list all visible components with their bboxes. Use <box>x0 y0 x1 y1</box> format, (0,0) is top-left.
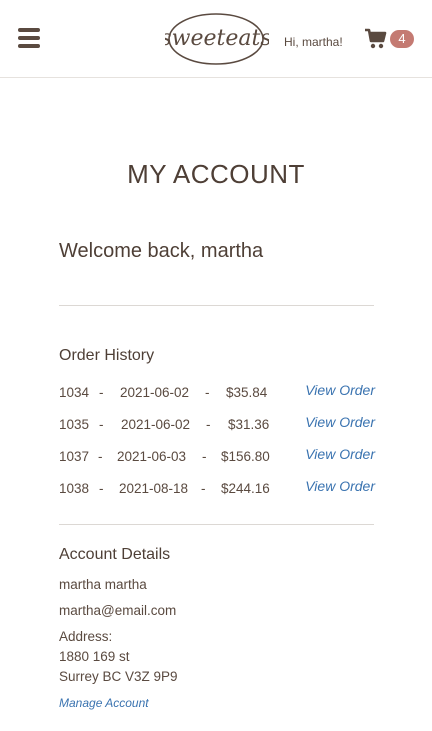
separator: - <box>99 417 104 432</box>
order-total: $31.36 <box>228 417 270 432</box>
account-name: martha martha <box>59 577 147 592</box>
view-order-link[interactable]: View Order <box>305 382 375 398</box>
account-details-heading: Account Details <box>59 546 171 563</box>
order-total: $35.84 <box>226 385 268 400</box>
order-id: 1035 <box>59 417 90 432</box>
cart-count-badge: 4 <box>390 30 414 48</box>
separator: - <box>99 481 104 496</box>
address-line-1: 1880 169 st <box>59 649 130 664</box>
divider <box>59 524 374 525</box>
order-date: 2021-06-02 <box>120 385 190 400</box>
order-row: 1038 - 2021-08-18 - $244.16 View Order <box>59 478 375 500</box>
order-id: 1037 <box>59 449 90 464</box>
order-row: 1034 - 2021-06-02 - $35.84 View Order <box>59 382 375 404</box>
address-line-2: Surrey BC V3Z 9P9 <box>59 669 178 684</box>
order-date: 2021-06-02 <box>121 417 191 432</box>
welcome-message: Welcome back, martha <box>59 240 264 262</box>
cart-button[interactable]: 4 <box>364 26 416 52</box>
shopping-cart-icon <box>365 28 387 49</box>
view-order-link[interactable]: View Order <box>305 414 375 430</box>
page-title: MY ACCOUNT <box>127 159 305 189</box>
sweeteats-logo[interactable]: sweeteats <box>160 12 272 66</box>
user-greeting: Hi, martha! <box>284 35 343 49</box>
order-id: 1034 <box>59 385 90 400</box>
order-row: 1035 - 2021-06-02 - $31.36 View Order <box>59 414 375 436</box>
order-total: $244.16 <box>221 481 270 496</box>
separator: - <box>205 385 210 400</box>
view-order-link[interactable]: View Order <box>305 446 375 462</box>
site-header: sweeteats Hi, martha! 4 <box>0 0 432 78</box>
view-order-link[interactable]: View Order <box>305 478 375 494</box>
order-date: 2021-06-03 <box>117 449 187 464</box>
logo-text: sweeteats <box>165 26 269 51</box>
hamburger-menu-icon[interactable] <box>18 28 40 48</box>
manage-account-link[interactable]: Manage Account <box>59 696 149 710</box>
separator: - <box>201 481 206 496</box>
separator: - <box>206 417 211 432</box>
address-label: Address: <box>59 629 113 644</box>
order-total: $156.80 <box>221 449 270 464</box>
order-history-heading: Order History <box>59 347 155 364</box>
separator: - <box>99 385 104 400</box>
order-date: 2021-08-18 <box>119 481 189 496</box>
account-email: martha@email.com <box>59 603 177 618</box>
separator: - <box>98 449 103 464</box>
order-row: 1037 - 2021-06-03 - $156.80 View Order <box>59 446 375 468</box>
order-id: 1038 <box>59 481 90 496</box>
divider <box>59 305 374 306</box>
separator: - <box>202 449 207 464</box>
